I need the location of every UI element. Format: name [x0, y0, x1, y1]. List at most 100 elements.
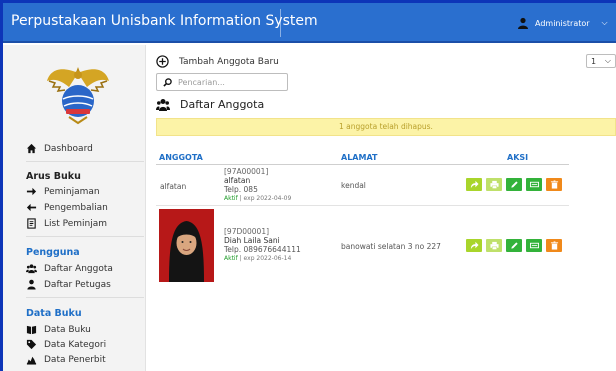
member-code: [97A00001]	[224, 167, 269, 176]
share-icon	[470, 180, 479, 189]
users-icon	[26, 264, 37, 274]
member-phone: Telp. 085	[224, 185, 258, 194]
logo-garuda-icon	[47, 67, 109, 125]
print-icon	[489, 180, 499, 189]
sidebar: Dashboard Arus Buku Peminjaman Pengembal…	[3, 45, 146, 371]
row-actions	[466, 239, 562, 252]
sidebar-item-label: Daftar Petugas	[44, 279, 111, 290]
member-status: Aktif | exp 2022-06-14	[224, 254, 301, 263]
sidebar-divider	[26, 297, 144, 298]
sidebar-item-label: Data Kategori	[44, 339, 107, 350]
share-icon	[470, 241, 479, 250]
arrow-right-icon	[26, 187, 37, 196]
plus-circle-icon	[156, 55, 169, 68]
member-code: [97D00001]	[224, 227, 270, 236]
sidebar-item-dashboard[interactable]: Dashboard	[26, 143, 93, 154]
member-name: alfatan	[224, 176, 251, 185]
trash-icon	[550, 241, 558, 250]
sidebar-item-label: Daftar Anggota	[44, 263, 113, 274]
trash-icon	[550, 180, 558, 189]
chevron-down-icon: ⌵	[601, 18, 608, 27]
book-icon	[27, 218, 36, 229]
member-details: [97A00001] alfatan Telp. 085 Aktif | exp…	[224, 167, 291, 203]
row-actions	[466, 178, 562, 191]
chevron-down-icon: ⌵	[604, 56, 611, 65]
page-size-value: 1	[591, 56, 597, 66]
share-button[interactable]	[466, 178, 482, 191]
member-expiry: | exp 2022-04-09	[237, 195, 292, 202]
user-name: Administrator	[535, 18, 590, 28]
sidebar-item-data-buku[interactable]: Data Buku	[26, 324, 91, 335]
user-menu[interactable]: Administrator ⌵	[517, 17, 608, 29]
tag-icon	[26, 339, 37, 350]
sidebar-item-daftar-petugas[interactable]: Daftar Petugas	[26, 279, 111, 290]
sidebar-item-peminjaman[interactable]: Peminjaman	[26, 186, 100, 197]
book-icon	[26, 325, 37, 335]
section-title-text: Daftar Anggota	[180, 98, 265, 111]
sidebar-divider	[26, 161, 144, 162]
search-input[interactable]	[178, 77, 278, 87]
delete-button[interactable]	[546, 239, 562, 252]
main-content: Tambah Anggota Baru 1 ⌵ Daftar Anggota 1…	[146, 45, 616, 371]
member-photo	[159, 209, 214, 282]
home-icon	[26, 143, 37, 154]
top-navbar: Perpustakaan Unisbank Information System…	[3, 3, 616, 43]
sidebar-item-daftar-anggota[interactable]: Daftar Anggota	[26, 263, 113, 274]
section-title: Daftar Anggota	[156, 98, 264, 111]
status-badge: Aktif	[224, 255, 238, 262]
table-row-divider	[156, 205, 569, 206]
member-card-button[interactable]	[526, 178, 542, 191]
search-icon	[163, 77, 172, 87]
publisher-icon	[26, 356, 37, 365]
print-icon	[489, 241, 499, 250]
delete-button[interactable]	[546, 178, 562, 191]
edit-button[interactable]	[506, 178, 522, 191]
sidebar-item-label: Dashboard	[44, 143, 93, 154]
member-address: kendal	[341, 181, 366, 190]
member-address: banowati selatan 3 no 227	[341, 242, 441, 251]
edit-icon	[510, 181, 518, 188]
sidebar-item-label: Data Buku	[44, 324, 91, 335]
add-member-button[interactable]: Tambah Anggota Baru	[156, 55, 279, 68]
search-box[interactable]	[156, 73, 288, 91]
sidebar-item-pengembalian[interactable]: Pengembalian	[26, 202, 108, 213]
alert-message: 1 anggota telah dihapus.	[156, 118, 616, 136]
sidebar-item-label: Peminjaman	[44, 186, 100, 197]
member-card-button[interactable]	[526, 239, 542, 252]
share-button[interactable]	[466, 239, 482, 252]
edit-icon	[510, 242, 518, 249]
sidebar-group-title: Data Buku	[26, 308, 82, 319]
print-button[interactable]	[486, 239, 502, 252]
member-expiry: | exp 2022-06-14	[237, 255, 292, 262]
arrow-left-icon	[26, 203, 37, 212]
add-member-label: Tambah Anggota Baru	[179, 56, 279, 67]
app-title[interactable]: Perpustakaan Unisbank Information System	[11, 13, 318, 29]
column-header-actions: AKSI	[507, 153, 529, 162]
edit-button[interactable]	[506, 239, 522, 252]
member-status: Aktif | exp 2022-04-09	[224, 194, 291, 203]
page-size-select[interactable]: 1 ⌵	[586, 54, 616, 68]
card-icon	[529, 242, 539, 249]
user-icon	[518, 17, 528, 29]
print-button[interactable]	[486, 178, 502, 191]
sidebar-item-data-penerbit[interactable]: Data Penerbit	[26, 354, 106, 365]
status-badge: Aktif	[224, 195, 238, 202]
member-username: alfatan	[160, 182, 187, 191]
sidebar-item-label: Pengembalian	[44, 202, 108, 213]
column-header-address[interactable]: ALAMAT	[341, 153, 377, 162]
topbar-divider	[280, 9, 281, 37]
sidebar-item-label: List Peminjam	[44, 218, 107, 229]
sidebar-item-label: Data Penerbit	[44, 354, 106, 365]
sidebar-item-list-peminjam[interactable]: List Peminjam	[26, 218, 107, 229]
sidebar-group-title: Pengguna	[26, 247, 80, 258]
sidebar-group-title: Arus Buku	[26, 171, 81, 182]
users-icon	[156, 99, 170, 111]
member-phone: Telp. 089676644111	[224, 245, 301, 254]
member-name: Diah Laila Sani	[224, 236, 280, 245]
sidebar-item-data-kategori[interactable]: Data Kategori	[26, 339, 106, 350]
user-icon	[27, 279, 36, 290]
card-icon	[529, 181, 539, 188]
column-header-member[interactable]: ANGGOTA	[159, 153, 203, 162]
sidebar-divider	[26, 236, 144, 237]
table-header-divider	[156, 164, 569, 165]
